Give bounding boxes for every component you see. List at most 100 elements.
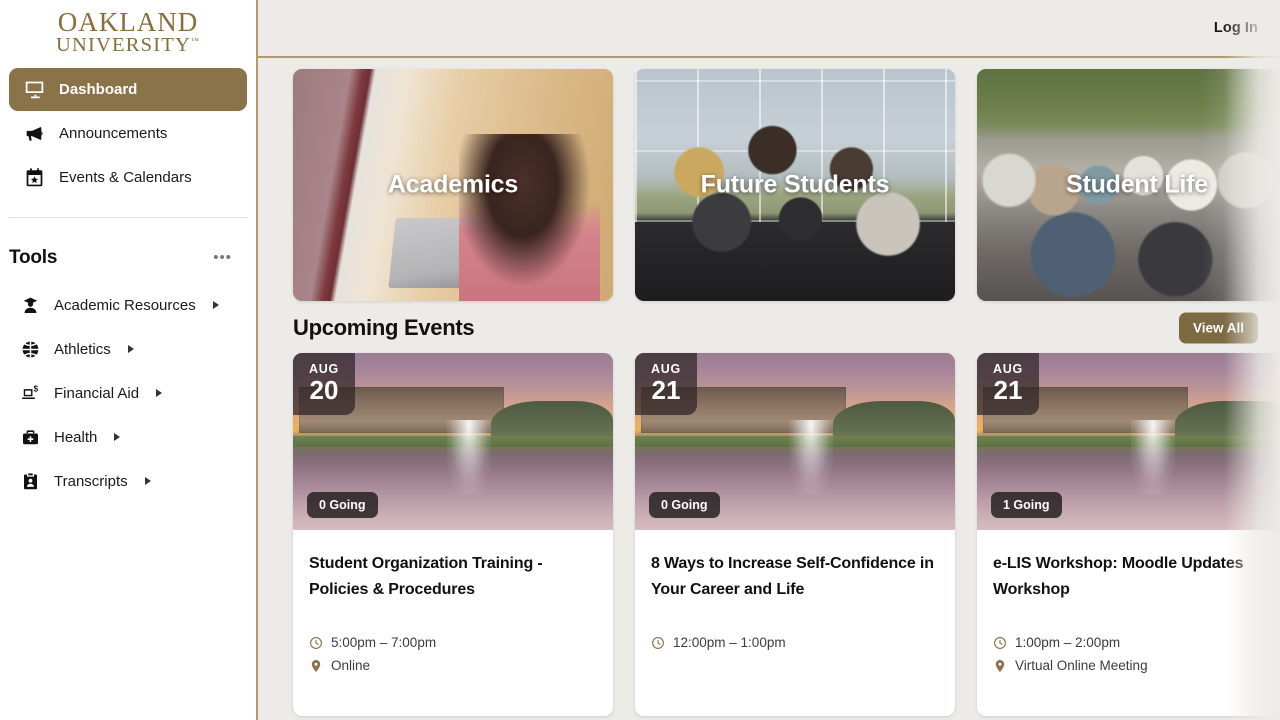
graduate-person-icon (19, 294, 41, 316)
location-pin-icon (309, 659, 323, 673)
sidebar-item-health[interactable]: Health (9, 415, 247, 459)
medical-bag-icon (19, 426, 41, 448)
clock-icon (651, 636, 665, 650)
event-body: 8 Ways to Increase Self-Confidence in Yo… (635, 530, 955, 672)
event-meta: 1:00pm – 2:00pm Virtual Online Meeting (993, 635, 1280, 673)
sidebar-item-label: Events & Calendars (59, 169, 192, 186)
sidebar-item-label: Health (54, 428, 98, 446)
event-day: 20 (309, 375, 339, 405)
location-pin-icon (993, 659, 1007, 673)
tile-academics[interactable]: Academics (293, 69, 613, 301)
svg-text:$: $ (33, 384, 38, 393)
event-going-badge: 1 Going (991, 492, 1062, 518)
clock-icon (309, 636, 323, 650)
tree-line (833, 400, 955, 440)
event-location-row: Online (309, 658, 597, 673)
event-month: AUG (309, 362, 339, 376)
tree-line (1175, 400, 1280, 440)
event-going-badge: 0 Going (307, 492, 378, 518)
clock-icon (993, 636, 1007, 650)
event-body: Student Organization Training - Policies… (293, 530, 613, 695)
upcoming-events-title: Upcoming Events (293, 315, 475, 340)
event-cards-row: AUG 20 0 Going Student Organization Trai… (293, 353, 1280, 716)
oakland-university-logo[interactable]: OAKLAND UNIVERSITY™ (0, 0, 256, 62)
view-all-button[interactable]: View All (1178, 312, 1258, 344)
event-image: AUG 20 0 Going (293, 353, 613, 530)
sidebar-item-transcripts[interactable]: Transcripts (9, 459, 247, 503)
event-month: AUG (993, 362, 1023, 376)
event-meta: 5:00pm – 7:00pm Online (309, 635, 597, 673)
dashboard-content: Academics Future Students Student Life U… (258, 58, 1280, 718)
event-time-row: 12:00pm – 1:00pm (651, 635, 939, 650)
grass-bank (293, 436, 613, 447)
logo-line-2: UNIVERSITY™ (55, 33, 201, 56)
chevron-right-icon (212, 301, 219, 309)
event-time-row: 5:00pm – 7:00pm (309, 635, 597, 650)
sidebar-item-label: Dashboard (59, 81, 138, 98)
sidebar-item-label: Financial Aid (54, 384, 140, 402)
sidebar-item-label: Announcements (59, 125, 168, 142)
sidebar: OAKLAND UNIVERSITY™ Dashboard Announceme… (0, 0, 258, 720)
event-location: Online (331, 658, 371, 673)
event-date-badge: AUG 21 (635, 353, 697, 415)
event-title: 8 Ways to Increase Self-Confidence in Yo… (651, 555, 934, 598)
sidebar-item-label: Athletics (54, 340, 111, 358)
sidebar-item-label: Academic Resources (54, 296, 196, 314)
tools-header: Tools ••• (0, 218, 256, 269)
event-time: 5:00pm – 7:00pm (331, 635, 437, 650)
main-content: Log In Academics Future Students Student… (258, 0, 1280, 720)
app-root: OAKLAND UNIVERSITY™ Dashboard Announceme… (0, 0, 1280, 720)
upcoming-events-header: Upcoming Events View All (293, 312, 1280, 344)
tools-heading: Tools (9, 246, 58, 268)
event-location: Virtual Online Meeting (1015, 658, 1148, 673)
sidebar-item-announcements[interactable]: Announcements (9, 112, 247, 155)
event-title: e-LIS Workshop: Moodle Updates Workshop (993, 555, 1244, 598)
category-tiles: Academics Future Students Student Life (293, 69, 1280, 301)
event-month: AUG (651, 362, 681, 376)
logo-line-1: OAKLAND (57, 6, 199, 37)
tile-label: Student Life (1065, 170, 1209, 199)
tile-future-students[interactable]: Future Students (635, 69, 955, 301)
tile-label: Future Students (700, 170, 890, 199)
tile-label: Academics (387, 170, 519, 199)
sidebar-item-athletics[interactable]: Athletics (9, 327, 247, 371)
tile-student-life[interactable]: Student Life (977, 69, 1280, 301)
clipboard-person-icon (19, 470, 41, 492)
event-title: Student Organization Training - Policies… (309, 555, 543, 598)
event-going-badge: 0 Going (649, 492, 720, 518)
event-image: AUG 21 1 Going (977, 353, 1280, 530)
grass-bank (635, 436, 955, 447)
event-card[interactable]: AUG 21 1 Going e-LIS Workshop: Moodle Up… (977, 353, 1280, 716)
top-bar: Log In (258, 0, 1280, 58)
sidebar-item-events-calendars[interactable]: Events & Calendars (9, 156, 247, 199)
log-in-link[interactable]: Log In (1214, 20, 1258, 36)
tree-line (491, 400, 613, 440)
event-location-row: Virtual Online Meeting (993, 658, 1280, 673)
event-card[interactable]: AUG 21 0 Going 8 Ways to Increase Self-C… (635, 353, 955, 716)
megaphone-icon (23, 123, 45, 145)
chevron-right-icon (114, 433, 121, 441)
sidebar-item-academic-resources[interactable]: Academic Resources (9, 283, 247, 327)
tools-overflow-menu-icon[interactable]: ••• (211, 246, 234, 269)
event-time-row: 1:00pm – 2:00pm (993, 635, 1280, 650)
tools-list: Academic Resources Athletics $ Financial… (0, 269, 256, 503)
event-day: 21 (993, 375, 1023, 405)
primary-nav: Dashboard Announcements Events & Calenda… (0, 62, 256, 199)
laptop-dollar-icon: $ (19, 382, 41, 404)
event-image: AUG 21 0 Going (635, 353, 955, 530)
event-meta: 12:00pm – 1:00pm (651, 635, 939, 650)
dashboard-icon (23, 79, 45, 101)
event-card[interactable]: AUG 20 0 Going Student Organization Trai… (293, 353, 613, 716)
grass-bank (977, 436, 1280, 447)
basketball-icon (19, 338, 41, 360)
event-time: 12:00pm – 1:00pm (673, 635, 786, 650)
sidebar-item-label: Transcripts (54, 472, 128, 490)
event-date-badge: AUG 21 (977, 353, 1039, 415)
sidebar-item-financial-aid[interactable]: $ Financial Aid (9, 371, 247, 415)
calendar-star-icon (23, 167, 45, 189)
sidebar-item-dashboard[interactable]: Dashboard (9, 68, 247, 111)
chevron-right-icon (156, 389, 163, 397)
event-time: 1:00pm – 2:00pm (1015, 635, 1121, 650)
event-day: 21 (651, 375, 681, 405)
chevron-right-icon (144, 477, 151, 485)
